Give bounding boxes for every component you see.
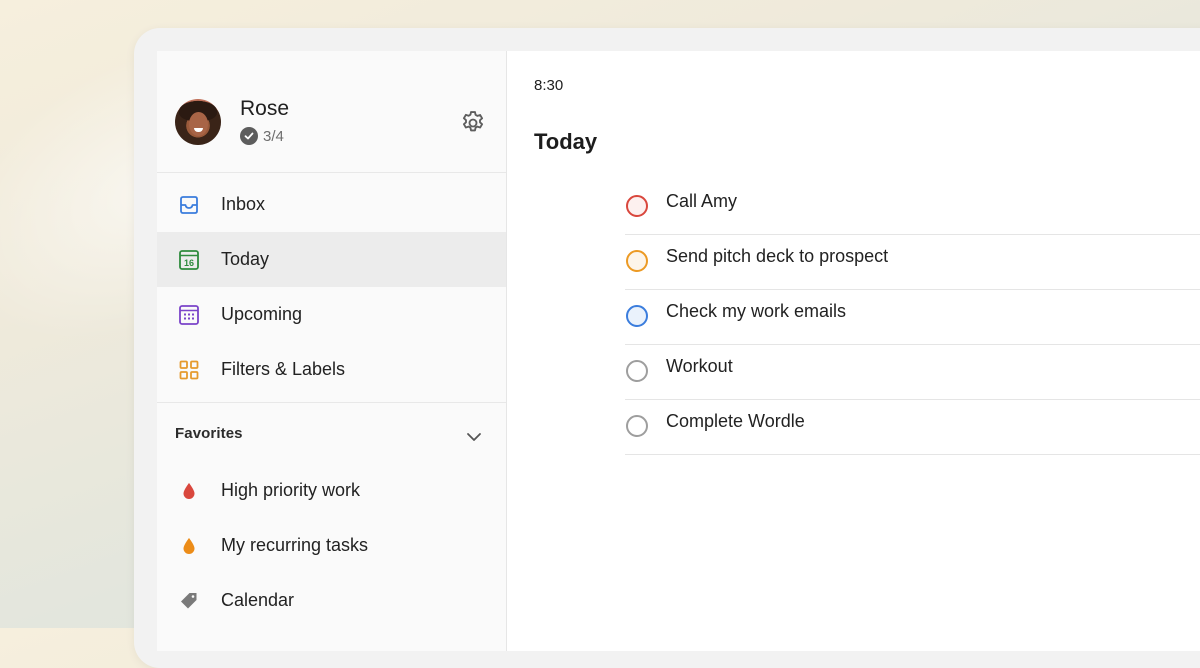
task-row[interactable]: Complete Wordle bbox=[625, 399, 1200, 455]
sidebar-item-inbox[interactable]: Inbox bbox=[157, 177, 506, 232]
task-checkbox[interactable] bbox=[626, 195, 648, 217]
favorite-item-my-recurring-tasks[interactable]: My recurring tasks bbox=[157, 518, 506, 573]
app-window: Rose 3/4 Inbox 16 Today Upcoming Filters… bbox=[157, 51, 1200, 651]
favorite-item-label: Calendar bbox=[221, 590, 295, 610]
task-checkbox[interactable] bbox=[626, 415, 648, 437]
gear-icon[interactable] bbox=[459, 109, 487, 137]
sidebar-item-today[interactable]: 16 Today bbox=[157, 232, 506, 287]
favorite-item-label: High priority work bbox=[221, 480, 361, 500]
task-row[interactable]: Send pitch deck to prospect bbox=[625, 234, 1200, 290]
task-row[interactable]: Call Amy bbox=[625, 179, 1200, 235]
task-label: Complete Wordle bbox=[666, 411, 805, 431]
profile-name[interactable]: Rose bbox=[240, 97, 289, 121]
task-label: Check my work emails bbox=[666, 301, 847, 321]
task-row[interactable]: Workout bbox=[625, 344, 1200, 400]
chevron-down-icon[interactable] bbox=[464, 427, 484, 447]
sidebar-item-label: Inbox bbox=[221, 194, 266, 214]
task-checkbox[interactable] bbox=[626, 305, 648, 327]
svg-text:16: 16 bbox=[184, 258, 194, 268]
favorite-item-high-priority-work[interactable]: High priority work bbox=[157, 463, 506, 518]
sidebar-item-label: Filters & Labels bbox=[221, 359, 346, 379]
status-time: 8:30 bbox=[534, 77, 564, 94]
sidebar-item-upcoming[interactable]: Upcoming bbox=[157, 287, 506, 342]
favorites-heading[interactable]: Favorites bbox=[175, 425, 243, 442]
inbox-icon bbox=[178, 194, 200, 216]
task-row[interactable]: Check my work emails bbox=[625, 289, 1200, 345]
karma-progress[interactable]: 3/4 bbox=[240, 127, 284, 145]
filters-icon bbox=[178, 359, 200, 381]
task-checkbox[interactable] bbox=[626, 250, 648, 272]
sidebar-item-label: Upcoming bbox=[221, 304, 303, 324]
drop-icon bbox=[178, 535, 200, 557]
drop-icon bbox=[178, 480, 200, 502]
favorite-item-calendar[interactable]: Calendar bbox=[157, 573, 506, 628]
check-circle-icon bbox=[240, 127, 258, 145]
sidebar-item-label: Today bbox=[221, 249, 270, 269]
karma-text: 3/4 bbox=[263, 127, 284, 145]
calendar-today-icon: 16 bbox=[178, 249, 200, 271]
task-label: Call Amy bbox=[666, 191, 738, 211]
calendar-upcoming-icon bbox=[178, 304, 200, 326]
tag-icon bbox=[178, 590, 200, 612]
favorite-item-label: My recurring tasks bbox=[221, 535, 369, 555]
avatar[interactable] bbox=[175, 99, 221, 145]
divider bbox=[157, 402, 506, 403]
sidebar-item-filters-labels[interactable]: Filters & Labels bbox=[157, 342, 506, 397]
sidebar: Rose 3/4 Inbox 16 Today Upcoming Filters… bbox=[157, 51, 507, 651]
main-content: 8:30 Today Call Amy Send pitch deck to p… bbox=[507, 51, 1200, 651]
task-label: Send pitch deck to prospect bbox=[666, 246, 889, 266]
task-checkbox[interactable] bbox=[626, 360, 648, 382]
task-label: Workout bbox=[666, 356, 733, 376]
page-title: Today bbox=[534, 129, 598, 154]
profile-header: Rose 3/4 bbox=[157, 51, 506, 173]
